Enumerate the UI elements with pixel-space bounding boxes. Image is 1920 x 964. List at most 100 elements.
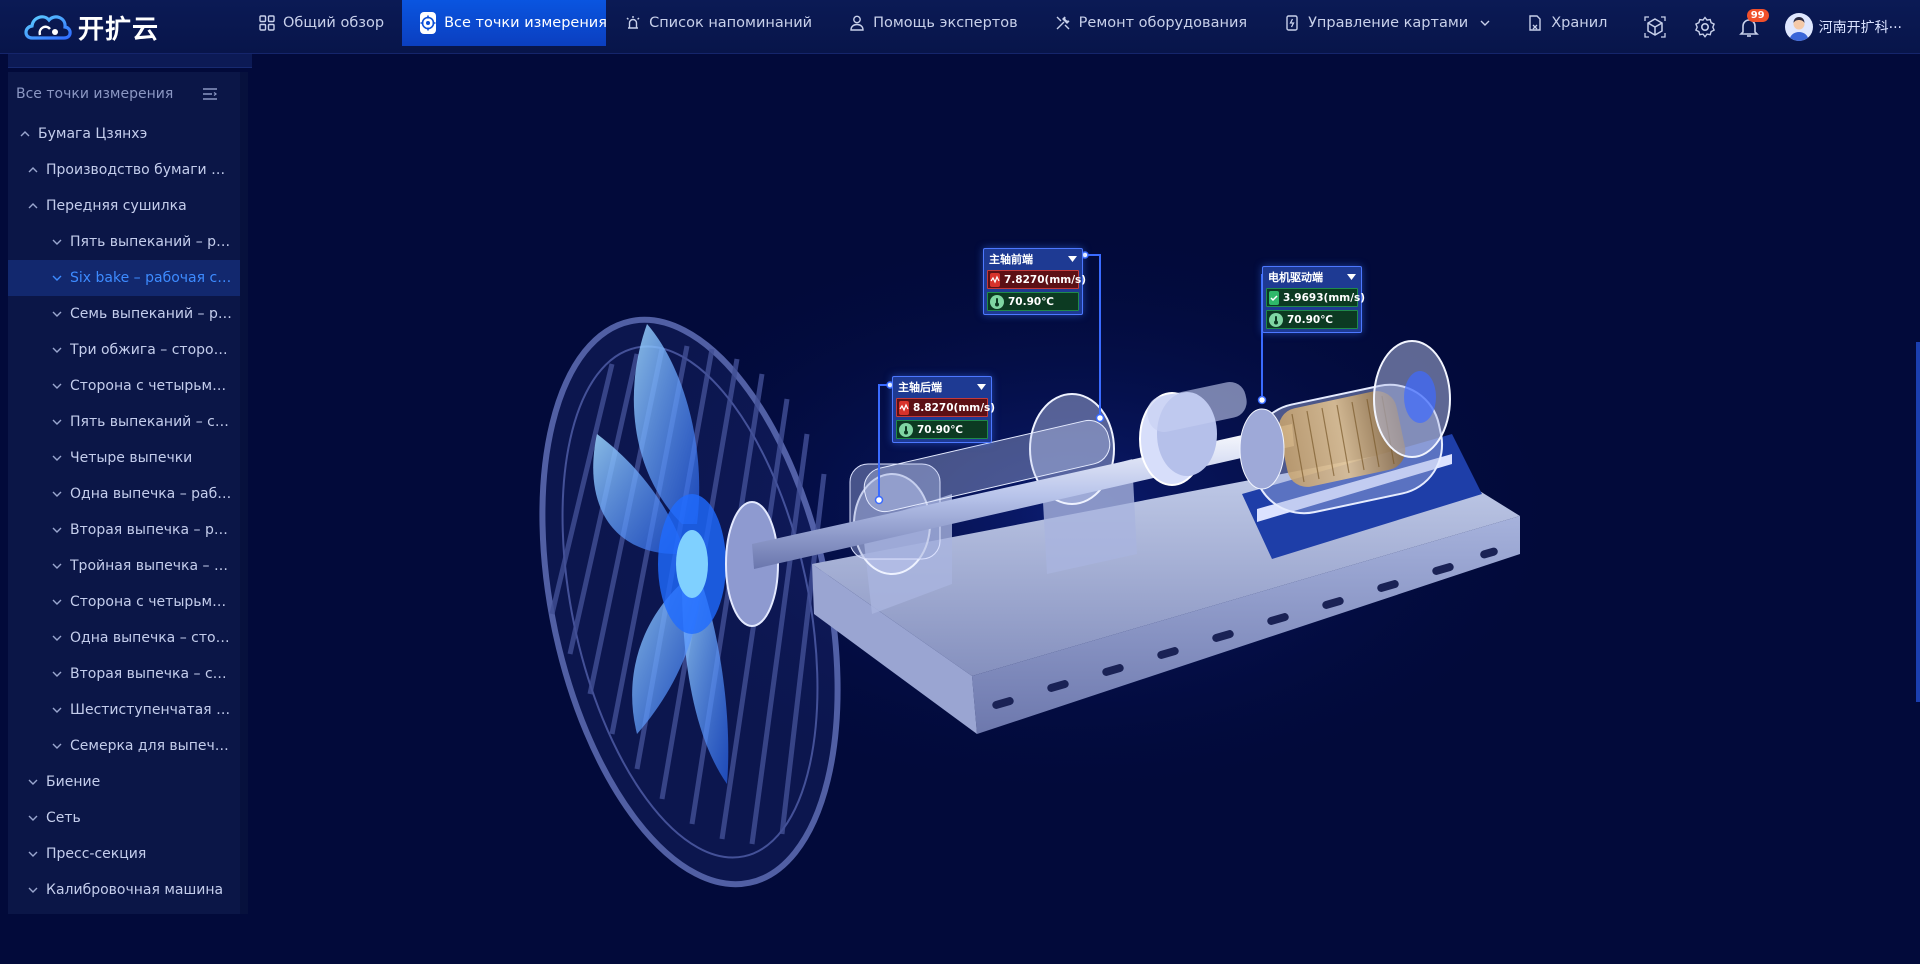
vibration-value: 3.9693(mm/s) — [1283, 291, 1366, 304]
user-avatar-icon — [1788, 17, 1809, 41]
tree-item-label: Биение — [46, 774, 101, 790]
tree-item[interactable]: Пять выпеканий – сторона привода — [8, 404, 240, 440]
chevron-down-icon[interactable] — [26, 883, 40, 897]
chevron-down-icon[interactable] — [50, 487, 64, 501]
tree-item[interactable]: Передняя сушилка — [8, 188, 240, 224]
tree-item[interactable]: Семерка для выпечки — [8, 728, 240, 764]
chevron-down-icon[interactable] — [50, 703, 64, 717]
3d-model-button[interactable] — [1633, 5, 1677, 49]
nav-label: Управление картами — [1308, 15, 1469, 31]
nav-all-measurement-points[interactable]: Все точки измерения — [402, 0, 607, 46]
temperature-reading: 70.90℃ — [987, 292, 1079, 311]
tree-item[interactable]: Сторона с четырьмя обжигами — [8, 584, 240, 620]
settings-button[interactable] — [1683, 5, 1727, 49]
tree-item[interactable]: Биение — [8, 764, 240, 800]
tree-item-label: Три обжига – сторона привода — [70, 342, 240, 358]
tree-item-label: Сеть — [46, 810, 81, 826]
tree-item-label: Сторона с четырьмя обжигами — [70, 378, 240, 394]
machine-model — [539, 214, 1592, 888]
tree-item[interactable]: Одна выпечка – сторона привода — [8, 620, 240, 656]
thermometer-icon — [990, 294, 1004, 309]
chevron-down-icon[interactable] — [50, 379, 64, 393]
grid-icon — [259, 15, 275, 31]
chevron-down-icon[interactable] — [26, 775, 40, 789]
chevron-down-icon[interactable] — [50, 559, 64, 573]
chevron-down-icon[interactable] — [50, 595, 64, 609]
tree-item[interactable]: Четыре выпечки — [8, 440, 240, 476]
tree-item[interactable]: Три обжига – сторона привода — [8, 332, 240, 368]
nav-expert-help[interactable]: Помощь экспертов — [830, 0, 1036, 46]
chevron-up-icon[interactable] — [26, 163, 40, 177]
temperature-value: 70.90℃ — [1287, 313, 1333, 326]
tree-item[interactable]: Пять выпеканий – рабочая сторона — [8, 224, 240, 260]
tree-item-label: Четыре выпечки — [70, 450, 193, 466]
tree-item[interactable]: Бумага Цзянхэ — [8, 116, 240, 152]
point-card-motor-drive-end[interactable]: 电机驱动端 3.9693(mm/s) 70.90℃ — [1262, 266, 1365, 333]
tree-list: Бумага Цзянхэ Производство бумаги шестой … — [8, 116, 240, 908]
tree-item[interactable]: Шестиступенчатая выпечка — [8, 692, 240, 728]
alarm-icon — [626, 16, 640, 29]
app-logo[interactable]: 开扩云 — [22, 8, 159, 46]
caret-down-icon[interactable] — [1347, 274, 1356, 280]
chevron-down-icon[interactable] — [50, 271, 64, 285]
nav-card-management[interactable]: Управление картами — [1265, 0, 1508, 46]
chevron-down-icon[interactable] — [50, 235, 64, 249]
tree-item[interactable]: Производство бумаги шестой линией — [8, 152, 240, 188]
tree-item[interactable]: Тройная выпечка – рабочая сторона — [8, 548, 240, 584]
tree-item[interactable]: Вторая выпечка – со стороны привода — [8, 656, 240, 692]
nav-storage[interactable]: Хранил — [1508, 0, 1625, 46]
tree-item-label: Шестиступенчатая выпечка — [70, 702, 240, 718]
chevron-down-icon[interactable] — [50, 739, 64, 753]
temperature-value: 70.90℃ — [1008, 295, 1054, 308]
point-card-spindle-front[interactable]: 主轴前端 7.8270(mm/s) 70.90℃ — [983, 248, 1087, 315]
tree-item[interactable]: Одна выпечка – рабочая сторона — [8, 476, 240, 512]
temperature-reading: 70.90℃ — [896, 420, 988, 439]
tree-item[interactable]: Сеть — [8, 800, 240, 836]
vibration-alarm-icon — [899, 400, 909, 415]
chevron-down-icon[interactable] — [50, 667, 64, 681]
chevron-up-icon[interactable] — [26, 199, 40, 213]
wrench-icon — [1056, 16, 1070, 30]
thermometer-icon — [1269, 312, 1283, 327]
top-navigation-bar: 开扩云 Общий обзор Все точки измерения Спис… — [0, 0, 1920, 54]
chevron-down-icon[interactable] — [26, 847, 40, 861]
tree-item[interactable]: Six bake – рабочая сторона — [8, 260, 240, 296]
vibration-reading: 3.9693(mm/s) — [1266, 288, 1365, 307]
user-menu[interactable]: 河南开扩科··· — [1784, 13, 1902, 41]
card-icon — [1286, 15, 1298, 31]
tree-item[interactable]: Семь выпеканий – рабочая сторона — [8, 296, 240, 332]
nav-overview[interactable]: Общий обзор — [240, 0, 402, 46]
chevron-down-icon[interactable] — [50, 343, 64, 357]
expert-icon — [850, 15, 864, 31]
sidebar-scrollbar[interactable] — [240, 72, 248, 914]
tree-item-label: Пять выпеканий – рабочая сторона — [70, 234, 240, 250]
caret-down-icon[interactable] — [977, 384, 986, 390]
tree-item-label: Одна выпечка – рабочая сторона — [70, 486, 240, 502]
tree-item-label: Вторая выпечка – со стороны привода — [70, 666, 240, 682]
nav-label: Хранил — [1551, 15, 1608, 31]
view-scrollbar[interactable] — [1916, 342, 1920, 702]
notifications-button[interactable]: 99 — [1727, 5, 1771, 49]
chevron-down-icon[interactable] — [50, 523, 64, 537]
notification-badge: 99 — [1746, 9, 1769, 22]
chevron-down-icon[interactable] — [50, 415, 64, 429]
chevron-down-icon[interactable] — [50, 451, 64, 465]
nav-reminder-list[interactable]: Список напоминаний — [606, 0, 830, 46]
chevron-down-icon — [1480, 20, 1490, 26]
vibration-value: 7.8270(mm/s) — [1004, 273, 1087, 286]
chevron-down-icon[interactable] — [26, 811, 40, 825]
equipment-3d-view[interactable]: 主轴前端 7.8270(mm/s) 70.90℃ 主轴后端 8.8270(mm/… — [252, 54, 1920, 964]
point-card-spindle-rear[interactable]: 主轴后端 8.8270(mm/s) 70.90℃ — [892, 376, 995, 443]
chevron-down-icon[interactable] — [50, 307, 64, 321]
tree-item-label: Тройная выпечка – рабочая сторона — [70, 558, 240, 574]
chevron-up-icon[interactable] — [18, 127, 32, 141]
tree-item-label: Производство бумаги шестой линией — [46, 162, 240, 178]
tree-item[interactable]: Калибровочная машина — [8, 872, 240, 908]
chevron-down-icon[interactable] — [50, 631, 64, 645]
tree-item[interactable]: Пресс-секция — [8, 836, 240, 872]
tree-item[interactable]: Вторая выпечка – рабочая сторона — [8, 512, 240, 548]
nav-equipment-repair[interactable]: Ремонт оборудования — [1036, 0, 1265, 46]
menu-list-icon[interactable] — [202, 87, 218, 101]
caret-down-icon[interactable] — [1068, 256, 1077, 262]
tree-item[interactable]: Сторона с четырьмя обжигами — [8, 368, 240, 404]
